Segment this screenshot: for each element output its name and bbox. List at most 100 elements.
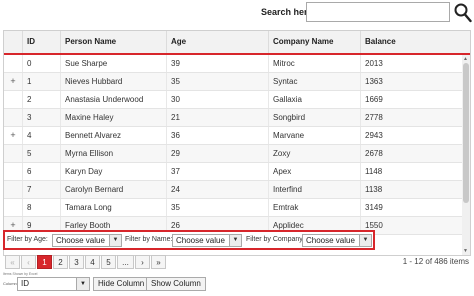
cell-balance: 1138 <box>360 181 462 198</box>
search-bar: Search here: <box>0 0 474 28</box>
cell-balance: 2678 <box>360 145 462 162</box>
column-header-id[interactable]: ID <box>22 31 60 53</box>
table-row[interactable]: +1 Nieves Hubbard 35 Syntac 1363 <box>4 73 462 91</box>
cell-id: 2 <box>22 91 60 108</box>
cell-balance: 1550 <box>360 217 462 234</box>
cell-id: 1 <box>22 73 60 90</box>
filter-company-select[interactable]: Choose value ▼ <box>302 234 372 247</box>
chevron-down-icon[interactable]: ▼ <box>76 278 89 290</box>
cell-id: 6 <box>22 163 60 180</box>
pager-page-3[interactable]: 3 <box>69 255 84 269</box>
expand-column-header <box>4 31 22 53</box>
plus-icon[interactable]: + <box>4 127 22 144</box>
column-header-company-name[interactable]: Company Name <box>268 31 360 53</box>
cell-company-name: Gallaxia <box>268 91 360 108</box>
cell-company-name: Mitroc <box>268 55 360 72</box>
scrollbar-thumb[interactable] <box>463 63 469 203</box>
expand-cell <box>4 199 22 216</box>
cell-id: 3 <box>22 109 60 126</box>
scroll-up-icon[interactable]: ▲ <box>463 56 468 62</box>
table-row[interactable]: 3 Maxine Haley 21 Songbird 2778 <box>4 109 462 127</box>
scroll-down-icon[interactable]: ▼ <box>463 248 468 254</box>
search-icon[interactable] <box>454 3 472 23</box>
pager-prev-button[interactable]: ‹ <box>21 255 36 269</box>
cell-age: 35 <box>166 73 268 90</box>
column-header-balance[interactable]: Balance <box>360 31 470 53</box>
cell-balance: 2013 <box>360 55 462 72</box>
cell-company-name: Songbird <box>268 109 360 126</box>
cell-balance: 1148 <box>360 163 462 180</box>
cell-balance: 1669 <box>360 91 462 108</box>
cell-age: 37 <box>166 163 268 180</box>
cell-age: 39 <box>166 55 268 72</box>
cell-id: 4 <box>22 127 60 144</box>
cell-age: 24 <box>166 181 268 198</box>
pager-last-button[interactable]: » <box>151 255 166 269</box>
pager-first-button[interactable]: « <box>5 255 20 269</box>
grid-body: 0 Sue Sharpe 39 Mitroc 2013 +1 Nieves Hubbard 3… <box>4 55 462 235</box>
table-row[interactable]: 7 Carolyn Bernard 24 Interfind 1138 <box>4 181 462 199</box>
cell-company-name: Syntac <box>268 73 360 90</box>
cell-age: 35 <box>166 199 268 216</box>
table-row[interactable]: 6 Karyn Day 37 Apex 1148 <box>4 163 462 181</box>
plus-icon[interactable]: + <box>4 73 22 90</box>
pager-page-5[interactable]: 5 <box>101 255 116 269</box>
expand-cell <box>4 145 22 162</box>
filter-name-value: Choose value <box>176 236 225 245</box>
cell-age: 36 <box>166 127 268 144</box>
cell-person-name: Anastasia Underwood <box>60 91 166 108</box>
cell-company-name: Emtrak <box>268 199 360 216</box>
table-row[interactable]: +4 Bennett Alvarez 36 Marvane 2943 <box>4 127 462 145</box>
cell-balance: 1363 <box>360 73 462 90</box>
pager: « ‹ 1 2 3 4 5 ... › » 1 - 12 of 486 item… <box>3 255 471 271</box>
cell-age: 30 <box>166 91 268 108</box>
cell-balance: 2778 <box>360 109 462 126</box>
cell-company-name: Marvane <box>268 127 360 144</box>
expand-cell <box>4 55 22 72</box>
table-row[interactable]: 5 Myrna Ellison 29 Zoxy 2678 <box>4 145 462 163</box>
cell-person-name: Nieves Hubbard <box>60 73 166 90</box>
show-column-button[interactable]: Show Column <box>146 277 206 291</box>
column-header-age[interactable]: Age <box>166 31 268 53</box>
cell-person-name: Tamara Long <box>60 199 166 216</box>
expand-cell <box>4 91 22 108</box>
column-header-person-name[interactable]: Person Name <box>60 31 166 53</box>
pager-next-button[interactable]: › <box>135 255 150 269</box>
cell-id: 8 <box>22 199 60 216</box>
table-row[interactable]: 0 Sue Sharpe 39 Mitroc 2013 <box>4 55 462 73</box>
pager-page-2[interactable]: 2 <box>53 255 68 269</box>
chevron-down-icon[interactable]: ▼ <box>359 235 371 246</box>
vertical-scrollbar[interactable]: ▲ ▼ <box>462 55 470 255</box>
filter-name-select[interactable]: Choose value ▼ <box>172 234 242 247</box>
table-row[interactable]: 2 Anastasia Underwood 30 Gallaxia 1669 <box>4 91 462 109</box>
hide-column-button[interactable]: Hide Column <box>93 277 150 291</box>
chevron-down-icon[interactable]: ▼ <box>109 235 121 246</box>
filter-name-label: Filter by Name: <box>125 236 173 243</box>
cell-id: 5 <box>22 145 60 162</box>
column-control-caption: Items Shown by Excel <box>3 272 38 276</box>
cell-person-name: Maxine Haley <box>60 109 166 126</box>
chevron-down-icon[interactable]: ▼ <box>229 235 241 246</box>
table-row[interactable]: 8 Tamara Long 35 Emtrak 3149 <box>4 199 462 217</box>
cell-person-name: Karyn Day <box>60 163 166 180</box>
pager-page-1[interactable]: 1 <box>37 255 52 269</box>
expand-cell <box>4 181 22 198</box>
column-select-value: ID <box>21 279 29 288</box>
column-control: Items Shown by Excel Column ID ▼ Hide Co… <box>3 272 303 296</box>
pager-page-4[interactable]: 4 <box>85 255 100 269</box>
pager-more-button[interactable]: ... <box>117 255 134 269</box>
pager-info: 1 - 12 of 486 items <box>402 257 469 266</box>
column-select[interactable]: ID ▼ <box>17 277 90 291</box>
data-grid: ID Person Name Age Company Name Balance … <box>3 30 471 256</box>
expand-cell <box>4 109 22 126</box>
cell-person-name: Bennett Alvarez <box>60 127 166 144</box>
search-input[interactable] <box>306 2 450 22</box>
filter-age-select[interactable]: Choose value ▼ <box>52 234 122 247</box>
cell-person-name: Myrna Ellison <box>60 145 166 162</box>
filter-company-value: Choose value <box>306 236 355 245</box>
cell-balance: 2943 <box>360 127 462 144</box>
grid-header: ID Person Name Age Company Name Balance <box>4 31 470 55</box>
cell-age: 29 <box>166 145 268 162</box>
filter-age-value: Choose value <box>56 236 105 245</box>
cell-company-name: Interfind <box>268 181 360 198</box>
